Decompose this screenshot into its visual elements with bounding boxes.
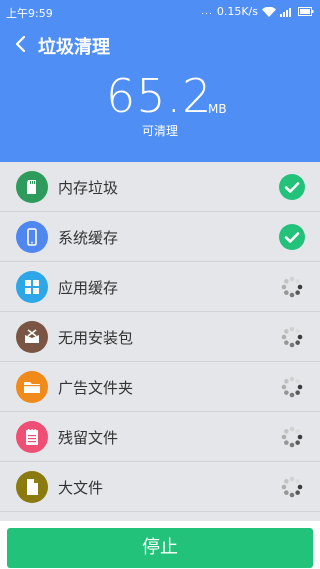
list-item-label: 残留文件 (58, 429, 119, 447)
list-item[interactable]: 系统缓存 (0, 212, 320, 262)
stop-button[interactable]: 停止 (7, 528, 313, 568)
back-arrow-icon (15, 35, 26, 53)
check-icon (279, 224, 305, 250)
list-item[interactable]: 残留文件 (0, 412, 320, 462)
list-item[interactable]: 大文件 (0, 462, 320, 512)
size-value: 65.2 (106, 69, 213, 123)
apps-grid-icon (16, 271, 48, 303)
footer: 停止 (0, 521, 320, 569)
check-icon (279, 174, 305, 200)
folder-icon (16, 371, 48, 403)
cleanable-size: 65.2 MB (0, 70, 320, 130)
list-item-label: 应用缓存 (58, 279, 119, 297)
status-right: ... 0.15K/s (201, 5, 314, 18)
package-box-icon (16, 321, 48, 353)
list-item[interactable]: 应用缓存 (0, 262, 320, 312)
list-item-label: 大文件 (58, 479, 104, 497)
size-caption: 可清理 (141, 124, 178, 138)
loading-spinner-icon (279, 274, 305, 300)
list-item-label: 无用安装包 (58, 329, 134, 347)
list-item-label: 内存垃圾 (58, 179, 119, 197)
list-item[interactable]: 无用安装包 (0, 312, 320, 362)
loading-spinner-icon (279, 424, 305, 450)
app-bar: 垃圾清理 (0, 28, 320, 60)
list-item[interactable]: 内存垃圾 (0, 162, 320, 212)
list-item[interactable]: 广告文件夹 (0, 362, 320, 412)
battery-icon (298, 7, 314, 16)
list-item-label: 系统缓存 (58, 229, 119, 247)
cleanup-list: 内存垃圾系统缓存应用缓存无用安装包广告文件夹残留文件大文件 (0, 162, 320, 512)
status-bar: 上午9:59 ... 0.15K/s (0, 0, 320, 24)
network-speed: 0.15K/s (216, 5, 258, 18)
status-dots: ... (201, 6, 213, 17)
phone-icon (16, 221, 48, 253)
sd-card-icon (16, 171, 48, 203)
page-title: 垃圾清理 (38, 37, 110, 58)
header: 上午9:59 ... 0.15K/s 垃圾清理 65.2 MB 可清理 (0, 0, 320, 162)
status-time: 上午9:59 (6, 7, 53, 20)
wifi-icon (262, 6, 276, 17)
loading-spinner-icon (279, 474, 305, 500)
notepad-icon (16, 421, 48, 453)
list-item-label: 广告文件夹 (58, 379, 134, 397)
loading-spinner-icon (279, 324, 305, 350)
loading-spinner-icon (279, 374, 305, 400)
back-button[interactable] (10, 32, 32, 56)
signal-icon (280, 7, 294, 17)
document-icon (16, 471, 48, 503)
size-unit: MB (208, 102, 227, 116)
